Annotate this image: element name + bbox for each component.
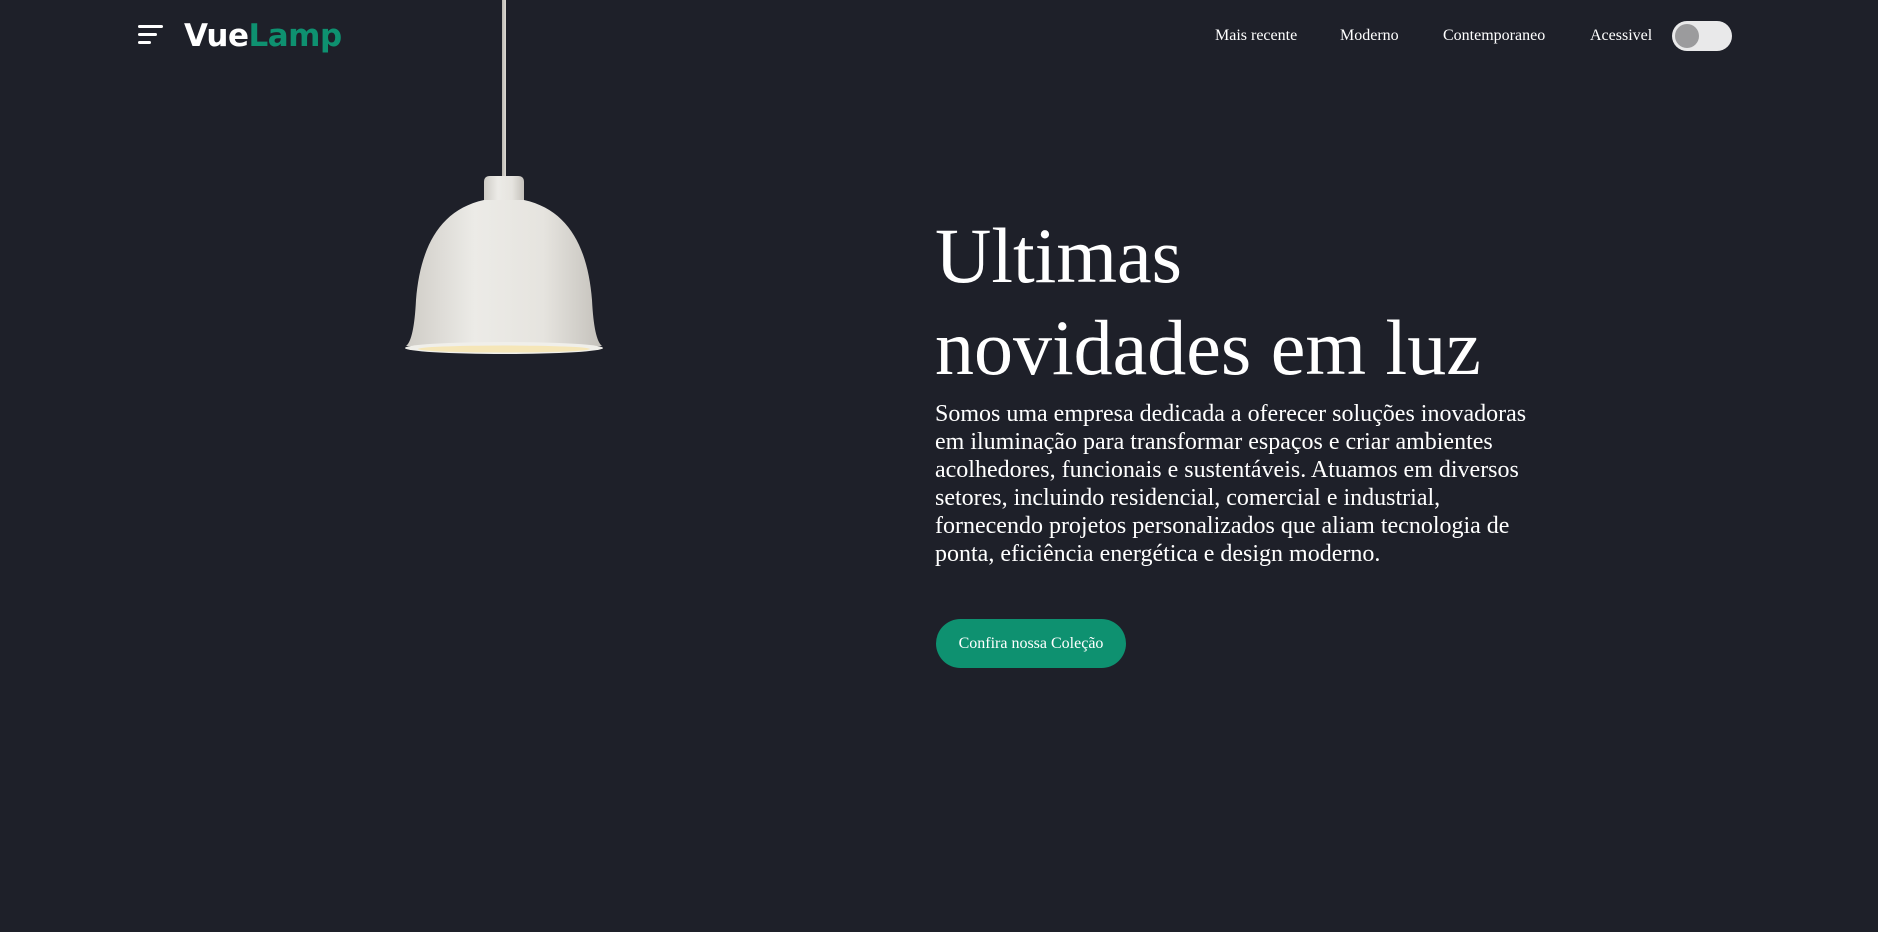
nav-moderno[interactable]: Moderno <box>1340 24 1399 48</box>
collection-button[interactable]: Confira nossa Coleção <box>936 619 1126 668</box>
hamburger-menu-icon[interactable] <box>138 24 164 46</box>
logo[interactable]: VueLamp <box>184 16 342 56</box>
pendant-lamp-image <box>398 0 608 360</box>
hero-title: Ultimas novidades em luz <box>935 210 1555 394</box>
accessibility-toggle[interactable] <box>1672 21 1732 51</box>
hero-title-line2: novidades em luz <box>935 304 1481 391</box>
nav-mais-recente[interactable]: Mais recente <box>1215 24 1297 48</box>
nav-contemporaneo[interactable]: Contemporaneo <box>1443 24 1545 48</box>
hero-title-line1: Ultimas <box>935 212 1182 299</box>
hero-description: Somos uma empresa dedicada a oferecer so… <box>935 401 1527 567</box>
hero-section: Ultimas novidades em luz Somos uma empre… <box>935 210 1555 568</box>
site-header: VueLamp Mais recente Moderno Contemporan… <box>0 0 1878 72</box>
toggle-knob <box>1675 24 1699 48</box>
logo-lamp: Lamp <box>248 18 342 54</box>
logo-vue: Vue <box>184 18 249 54</box>
accessibility-label: Acessivel <box>1590 27 1653 44</box>
